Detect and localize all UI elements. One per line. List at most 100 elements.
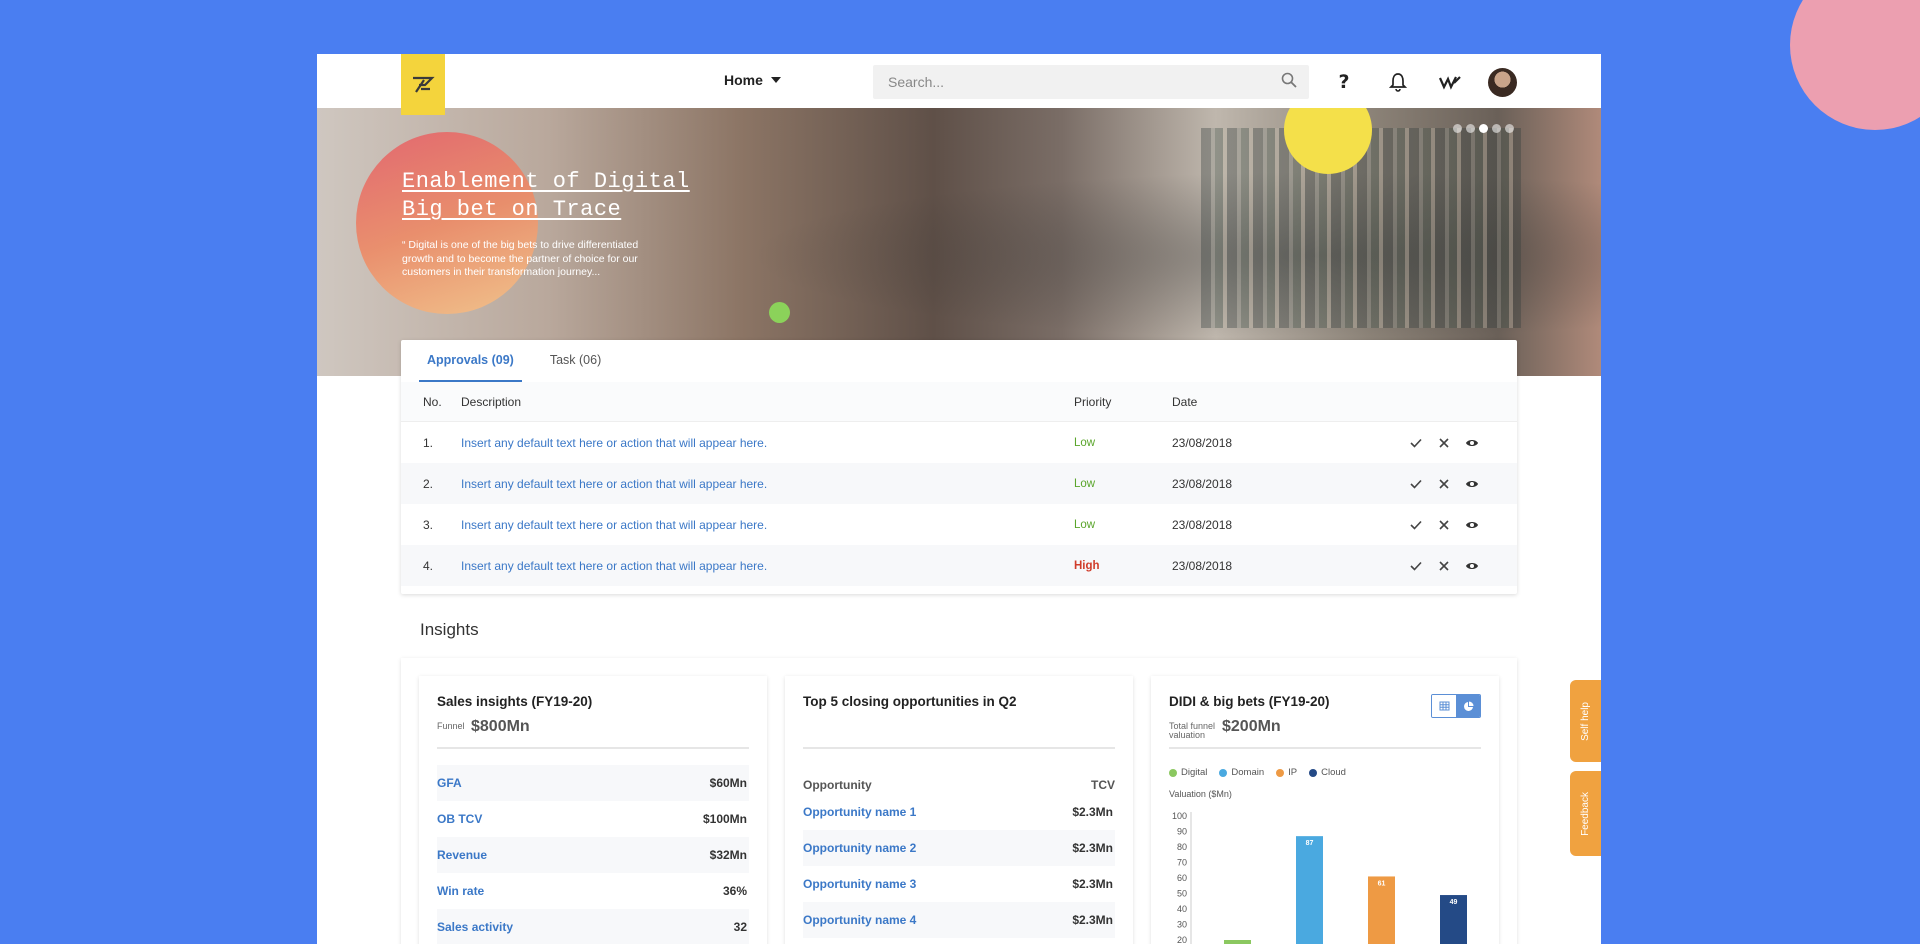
bar-value-label: 87 [1306,840,1314,847]
row-number: 2. [423,476,434,491]
search-bar [873,65,1309,99]
row-date: 23/08/2018 [1172,558,1233,573]
apps-icon[interactable] [1438,70,1462,94]
insights-section: Sales insights (FY19-20) Funnel $800Mn G… [401,658,1517,944]
opportunity-tcv: $2.3Mn [1072,877,1113,891]
reject-icon[interactable] [1437,436,1451,450]
carousel-dots [1453,124,1514,133]
search-icon[interactable] [1281,72,1297,93]
feedback-tab[interactable]: Feedback [1570,771,1601,856]
opportunity-row: Opportunity name 3 $2.3Mn [803,866,1115,902]
divider [437,747,749,749]
legend-label: Cloud [1321,767,1346,778]
view-eye-icon[interactable] [1465,518,1479,532]
priority-badge: High [1074,559,1100,572]
carousel-dot[interactable] [1492,124,1501,133]
approve-icon[interactable] [1409,436,1423,450]
chevron-down-icon [770,77,781,83]
carousel-dot[interactable] [1466,124,1475,133]
row-description-link[interactable]: Insert any default text here or action t… [461,559,767,573]
y-tick-label: 20 [1177,935,1187,944]
metric-row: GFA $60Mn [437,765,749,801]
carousel-dot-active[interactable] [1479,124,1488,133]
approve-icon[interactable] [1409,518,1423,532]
approve-icon[interactable] [1409,477,1423,491]
y-tick-label: 50 [1177,889,1187,899]
view-eye-icon[interactable] [1465,436,1479,450]
opportunities-header: Opportunity TCV [803,778,1115,792]
carousel-dot[interactable] [1453,124,1462,133]
row-actions [1409,518,1479,532]
chart-legend: Digital Domain IP Cloud [1169,767,1346,778]
metric-label[interactable]: Win rate [437,884,484,898]
metric-label[interactable]: GFA [437,776,462,790]
table-header: No. Description Priority Date [401,382,1517,422]
legend-item-ip: IP [1276,767,1297,778]
priority-badge: Low [1074,436,1096,449]
legend-item-cloud: Cloud [1309,767,1346,778]
chart-view-button[interactable] [1456,695,1480,717]
reject-icon[interactable] [1437,559,1451,573]
trace-logo-icon[interactable] [401,54,445,115]
carousel-dot[interactable] [1505,124,1514,133]
row-description-link[interactable]: Insert any default text here or action t… [461,518,767,532]
opportunity-link[interactable]: Opportunity name 1 [803,805,916,819]
reject-icon[interactable] [1437,477,1451,491]
divider [803,747,1115,749]
hero-title[interactable]: Enablement of Digital Big bet on Trace [402,168,722,224]
opportunity-tcv: $2.3Mn [1072,841,1113,855]
row-description-link[interactable]: Insert any default text here or action t… [461,477,767,491]
opportunity-row: Opportunity name 4 $2.3Mn [803,902,1115,938]
opportunity-link[interactable]: Opportunity name 4 [803,913,916,927]
row-description-link[interactable]: Insert any default text here or action t… [461,436,767,450]
bell-icon[interactable] [1386,70,1410,94]
bar-domain[interactable] [1296,836,1323,944]
opportunity-link[interactable]: Opportunity name 2 [803,841,916,855]
self-help-tab[interactable]: Self help [1570,680,1601,762]
table-row: 1. Insert any default text here or actio… [401,422,1517,463]
metric-row: Revenue $32Mn [437,837,749,873]
row-number: 1. [423,435,434,450]
bar-value-label: 61 [1378,880,1386,887]
opportunity-link[interactable]: Opportunity name 3 [803,877,916,891]
metric-label[interactable]: OB TCV [437,812,482,826]
view-eye-icon[interactable] [1465,477,1479,491]
y-tick-label: 40 [1177,904,1187,914]
row-number: 3. [423,517,434,532]
insights-heading: Insights [420,620,479,639]
metric-value: $60Mn [709,776,747,790]
avatar[interactable] [1488,68,1517,97]
tab-task[interactable]: Task (06) [542,340,609,382]
table-row: 2. Insert any default text here or actio… [401,463,1517,504]
top-header: Home ? [317,54,1601,115]
metric-value: $100Mn [702,812,747,826]
hero-banner: Enablement of Digital Big bet on Trace “… [317,108,1601,376]
chart-y-axis-label: Valuation ($Mn) [1169,789,1232,799]
total-funnel-label: Total funnel valuation [1169,721,1216,740]
metric-value: 36% [722,884,747,898]
tab-approvals[interactable]: Approvals (09) [419,340,522,382]
legend-label: IP [1288,767,1298,778]
didi-bar-chart: 10090807060504030201020876149 [1172,811,1467,944]
metric-value: 32 [733,920,747,934]
reject-icon[interactable] [1437,518,1451,532]
metric-label[interactable]: Revenue [437,848,487,862]
sales-insights-title: Sales insights (FY19-20) [437,694,593,709]
app-window: Home ? Enablement of Digital Big bet on … [317,54,1601,944]
view-toggle [1431,694,1481,718]
row-date: 23/08/2018 [1172,435,1233,450]
help-icon[interactable]: ? [1332,70,1356,94]
top-opportunities-panel: Top 5 closing opportunities in Q2 Opport… [785,676,1133,944]
feedback-label: Feedback [1580,791,1591,836]
legend-item-digital: Digital [1169,767,1207,778]
row-actions [1409,559,1479,573]
priority-badge: Low [1074,518,1096,531]
view-eye-icon[interactable] [1465,559,1479,573]
decorative-green-dot [769,302,790,323]
table-view-button[interactable] [1432,695,1456,717]
search-input[interactable] [888,74,1281,90]
approve-icon[interactable] [1409,559,1423,573]
metric-label[interactable]: Sales activity [437,920,513,934]
nav-home-dropdown[interactable]: Home [724,72,781,88]
column-header-tcv: TCV [1091,778,1115,792]
